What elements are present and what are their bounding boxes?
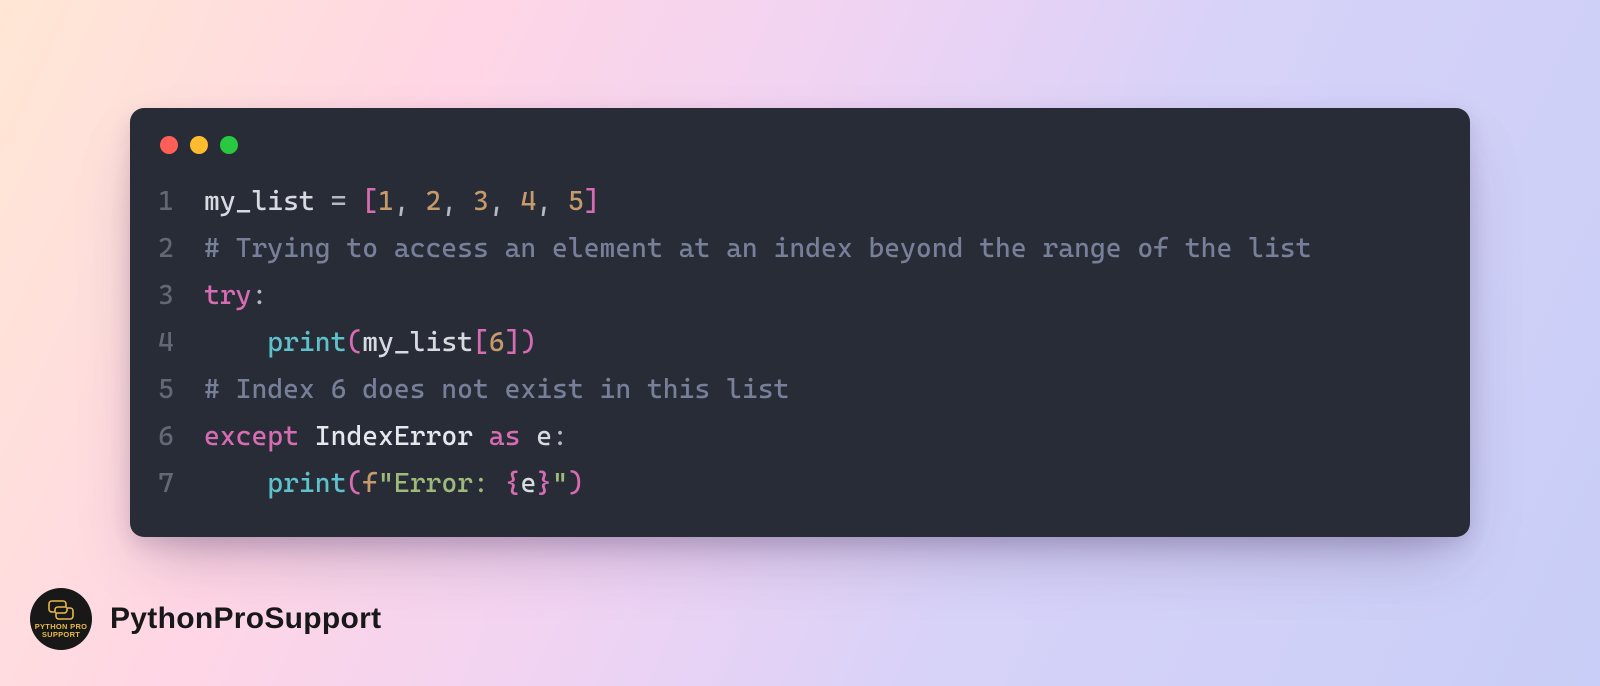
badge-text-2: SUPPORT [35, 631, 88, 639]
code-line: 6except IndexError as e: [158, 413, 1442, 460]
line-content: try: [204, 272, 267, 319]
line-content: # Index 6 does not exist in this list [204, 366, 789, 413]
footer: PYTHON PRO SUPPORT PythonProSupport [30, 588, 381, 650]
brand-badge: PYTHON PRO SUPPORT [30, 588, 92, 650]
code-line: 7 print(f"Error: {e}") [158, 460, 1442, 507]
line-content: print(my_list[6]) [204, 319, 536, 366]
line-number: 5 [158, 366, 204, 413]
line-number: 2 [158, 225, 204, 272]
line-content: print(f"Error: {e}") [204, 460, 584, 507]
brand-name: PythonProSupport [110, 604, 381, 634]
code-line: 1my_list = [1, 2, 3, 4, 5] [158, 178, 1442, 225]
zoom-icon[interactable] [220, 136, 238, 154]
code-line: 2# Trying to access an element at an ind… [158, 225, 1442, 272]
line-content: my_list = [1, 2, 3, 4, 5] [204, 178, 600, 225]
line-number: 7 [158, 460, 204, 507]
line-number: 1 [158, 178, 204, 225]
code-line: 3try: [158, 272, 1442, 319]
code-line: 4 print(my_list[6]) [158, 319, 1442, 366]
code-block: 1my_list = [1, 2, 3, 4, 5]2# Trying to a… [158, 178, 1442, 507]
line-number: 3 [158, 272, 204, 319]
close-icon[interactable] [160, 136, 178, 154]
code-card: 1my_list = [1, 2, 3, 4, 5]2# Trying to a… [130, 108, 1470, 537]
python-logo-icon [48, 599, 74, 621]
minimize-icon[interactable] [190, 136, 208, 154]
line-content: except IndexError as e: [204, 413, 568, 460]
line-number: 6 [158, 413, 204, 460]
line-number: 4 [158, 319, 204, 366]
line-content: # Trying to access an element at an inde… [204, 225, 1311, 272]
window-controls [158, 132, 1442, 178]
code-line: 5# Index 6 does not exist in this list [158, 366, 1442, 413]
